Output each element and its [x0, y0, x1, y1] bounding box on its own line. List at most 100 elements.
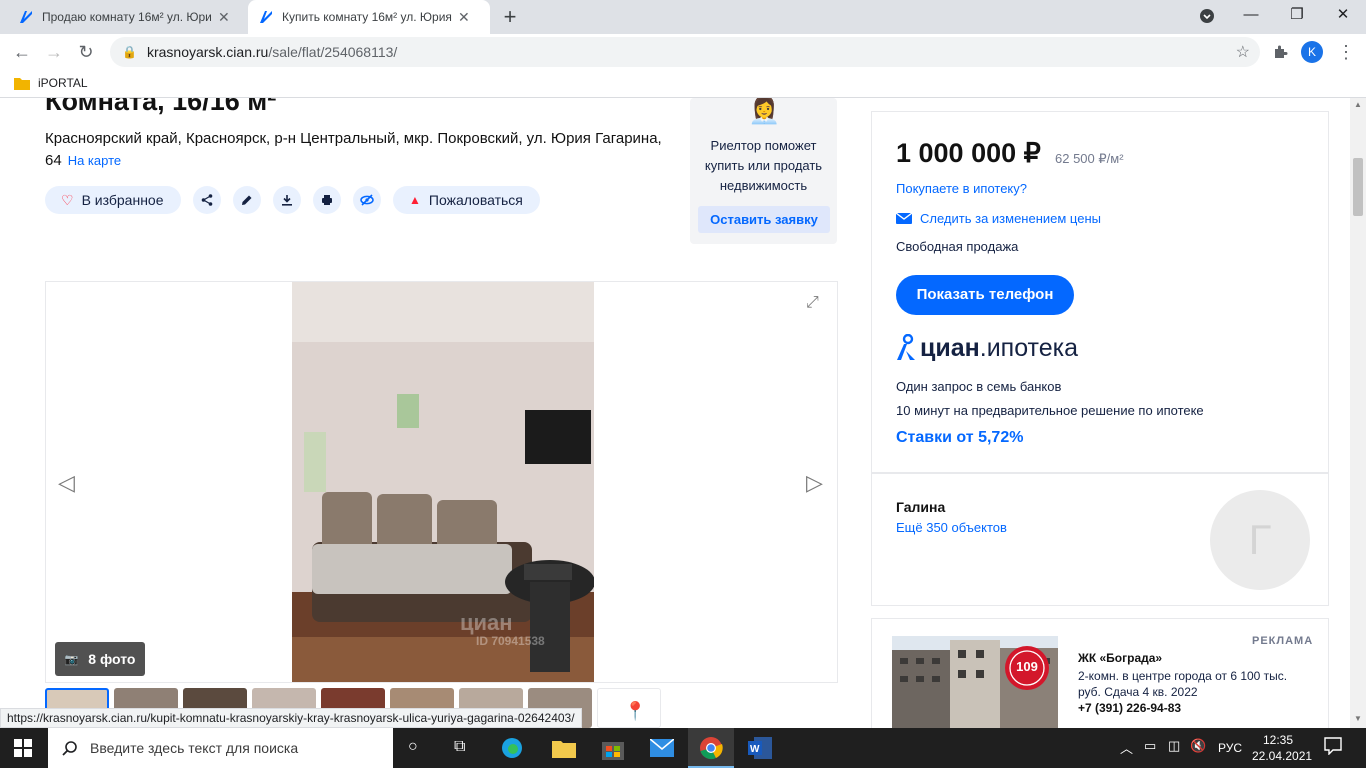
clock[interactable]: 12:35 22.04.2021	[1252, 732, 1313, 764]
chrome-taskbar-button[interactable]	[688, 728, 734, 768]
listing-address: Красноярский край, Красноярск, р-н Центр…	[45, 128, 665, 172]
more-menu-icon[interactable]: ⋮	[1332, 38, 1360, 66]
photo-watermark: циан	[460, 610, 513, 635]
extensions-puzzle-icon[interactable]	[1266, 38, 1294, 66]
cortana-icon[interactable]: ○	[408, 738, 418, 756]
mortgage-brand-suffix: .ипотека	[979, 334, 1079, 362]
pencil-icon	[242, 195, 252, 205]
leave-request-button[interactable]: Оставить заявку	[698, 206, 830, 233]
edge-icon[interactable]	[500, 736, 524, 765]
browser-toolbar: ← → ↻ 🔒 krasnoyarsk.cian.ru/sale/flat/25…	[0, 34, 1366, 70]
agent-avatar[interactable]: Г	[1210, 490, 1310, 590]
realtor-avatar-icon: 👩‍💼	[748, 98, 781, 125]
print-button[interactable]	[313, 186, 341, 214]
tab-search-icon[interactable]	[1184, 0, 1230, 32]
browser-tab-strip: Продаю комнату 16м² ул. Юрия ✕ Купить ко…	[0, 0, 1366, 34]
scrollbar-thumb[interactable]	[1353, 158, 1363, 216]
forward-arrow-icon[interactable]: →	[40, 38, 68, 66]
map-thumbnail[interactable]: 📍	[597, 688, 661, 728]
new-tab-button[interactable]: +	[498, 5, 522, 29]
ad-phone: +7 (391) 226-94-83	[1078, 701, 1182, 715]
note-button[interactable]	[233, 186, 261, 214]
maximize-button[interactable]: ❐	[1274, 0, 1320, 32]
favorite-label: В избранное	[81, 192, 164, 208]
lock-icon: 🔒	[122, 45, 137, 59]
tab-title: Купить комнату 16м² ул. Юрия	[282, 10, 452, 24]
battery-icon[interactable]: ▭	[1144, 738, 1156, 754]
close-tab-icon[interactable]: ✕	[218, 9, 230, 26]
language-indicator[interactable]: РУС	[1218, 741, 1242, 755]
show-phone-button[interactable]: Показать телефон	[896, 275, 1074, 315]
taskbar-search-box[interactable]: Введите здесь текст для поиска	[48, 728, 393, 768]
printer-icon	[322, 195, 332, 205]
ad-image[interactable]: 109	[892, 636, 1058, 728]
folder-icon	[14, 78, 30, 90]
windows-start-icon[interactable]	[14, 739, 32, 762]
store-icon[interactable]	[602, 736, 624, 765]
cian-logo-icon	[897, 334, 915, 360]
bookmark-item[interactable]: iPORTAL	[14, 76, 88, 90]
file-explorer-icon[interactable]	[552, 738, 576, 763]
next-photo-arrow-icon[interactable]: ▷	[806, 470, 823, 496]
ad-label: РЕКЛАМА	[1252, 635, 1314, 647]
mortgage-line-1: Один запрос в семь банков	[896, 379, 1062, 394]
url-path: /sale/flat/254068113/	[268, 44, 398, 60]
back-arrow-icon[interactable]: ←	[8, 38, 36, 66]
map-link[interactable]: На карте	[68, 153, 121, 168]
mortgage-brand: циан	[920, 334, 980, 362]
clock-time: 12:35	[1262, 733, 1294, 747]
tray-chevron-icon[interactable]: ︿	[1120, 738, 1133, 757]
chrome-icon	[700, 737, 723, 760]
warning-icon: ▲	[409, 193, 421, 207]
scroll-up-icon[interactable]: ▲	[1354, 100, 1362, 109]
url-host: krasnoyarsk.cian.ru	[146, 44, 269, 60]
agent-card: Галина Ещё 350 объектов Г	[871, 473, 1329, 606]
page-scrollbar[interactable]: ▲ ▼	[1350, 98, 1366, 728]
ad-card[interactable]: РЕКЛАМА 109 ЖК «Бограда» 2-комн. в центр…	[871, 618, 1329, 728]
task-view-icon[interactable]: ⧉	[454, 738, 465, 756]
fullscreen-expand-icon[interactable]: ⤢	[806, 294, 819, 312]
volume-muted-icon[interactable]: 🔇	[1190, 738, 1206, 754]
profile-avatar[interactable]: K	[1301, 41, 1323, 63]
mortgage-rates-link[interactable]: Ставки от 5,72%	[896, 429, 1023, 447]
share-icon	[201, 194, 213, 206]
search-icon	[62, 741, 77, 756]
agent-more-link[interactable]: Ещё 350 объектов	[896, 520, 1007, 535]
hide-button[interactable]	[353, 186, 381, 214]
share-button[interactable]	[193, 186, 221, 214]
ad-title: ЖК «Бограда»	[1078, 651, 1163, 665]
envelope-icon	[896, 213, 912, 224]
favorite-button[interactable]: ♡ В избранное	[45, 186, 181, 214]
download-button[interactable]	[273, 186, 301, 214]
map-pin-icon: 📍	[624, 701, 647, 721]
close-tab-icon[interactable]: ✕	[458, 9, 470, 26]
network-icon[interactable]: ◫	[1168, 738, 1180, 754]
word-icon[interactable]: W	[748, 737, 772, 764]
bookmark-star-icon[interactable]: ☆	[1236, 42, 1250, 62]
close-window-button[interactable]: ✕	[1320, 0, 1366, 32]
photo-count-label: 8 фото	[88, 651, 136, 667]
notifications-icon[interactable]	[1324, 737, 1342, 760]
price-card: 1 000 000 ₽ 62 500 ₽/м² Покупаете в ипот…	[871, 111, 1329, 473]
address-bar[interactable]: 🔒 krasnoyarsk.cian.ru/sale/flat/25406811…	[110, 37, 1260, 67]
download-icon	[282, 195, 292, 206]
camera-icon: 📷	[64, 653, 79, 666]
cian-favicon-icon	[20, 11, 32, 23]
sale-type: Свободная продажа	[896, 239, 1019, 254]
mail-icon[interactable]	[649, 738, 675, 762]
address-text: Красноярский край, Красноярск, р-н Центр…	[45, 130, 662, 169]
clock-date: 22.04.2021	[1252, 749, 1313, 763]
mortgage-link[interactable]: Покупаете в ипотеку?	[896, 181, 1027, 196]
taskbar-search-placeholder: Введите здесь текст для поиска	[90, 740, 299, 756]
tab-active[interactable]: Купить комнату 16м² ул. Юрия ✕	[248, 0, 490, 34]
room-photo[interactable]: циан ID 70941538	[292, 282, 594, 682]
report-button[interactable]: ▲ Пожаловаться	[393, 186, 540, 214]
reload-icon[interactable]: ↻	[72, 38, 100, 66]
photo-count-badge[interactable]: 📷 8 фото	[55, 642, 145, 676]
minimize-button[interactable]: —	[1228, 0, 1274, 32]
tab-inactive[interactable]: Продаю комнату 16м² ул. Юрия ✕	[8, 0, 246, 34]
track-price-link[interactable]: Следить за изменением цены	[896, 211, 1101, 226]
prev-photo-arrow-icon[interactable]: ◁	[58, 470, 75, 496]
scroll-down-icon[interactable]: ▼	[1354, 714, 1362, 723]
heart-icon: ♡	[61, 191, 74, 208]
